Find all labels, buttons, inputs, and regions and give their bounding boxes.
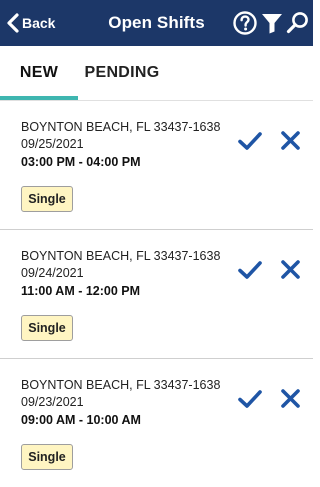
tab-new[interactable]: NEW: [0, 46, 78, 100]
tab-pending[interactable]: PENDING: [78, 46, 166, 100]
tab-bar: NEW PENDING: [0, 46, 313, 101]
check-icon[interactable]: [237, 257, 263, 283]
shift-type-badge: Single: [21, 186, 73, 212]
close-icon[interactable]: [278, 257, 304, 283]
app-header: Back Open Shifts: [0, 0, 313, 46]
shift-card: BOYNTON BEACH, FL 33437-1638 09/24/2021 …: [0, 230, 313, 359]
help-icon[interactable]: [232, 10, 258, 36]
shift-date: 09/24/2021: [21, 266, 84, 280]
shift-location: BOYNTON BEACH, FL 33437-1638: [21, 249, 221, 263]
shift-date: 09/23/2021: [21, 395, 84, 409]
check-icon[interactable]: [237, 386, 263, 412]
shift-time: 03:00 PM - 04:00 PM: [21, 155, 141, 169]
shift-type-badge: Single: [21, 444, 73, 470]
shift-location: BOYNTON BEACH, FL 33437-1638: [21, 378, 221, 392]
close-icon[interactable]: [278, 386, 304, 412]
shift-time: 09:00 AM - 10:00 AM: [21, 413, 141, 427]
shift-location: BOYNTON BEACH, FL 33437-1638: [21, 120, 221, 134]
close-icon[interactable]: [278, 128, 304, 154]
filter-icon[interactable]: [259, 10, 285, 36]
active-tab-indicator: [0, 96, 78, 100]
shift-card: BOYNTON BEACH, FL 33437-1638 09/23/2021 …: [0, 359, 313, 487]
shift-date: 09/25/2021: [21, 137, 84, 151]
search-icon[interactable]: [285, 10, 311, 36]
shift-type-badge: Single: [21, 315, 73, 341]
shift-card: BOYNTON BEACH, FL 33437-1638 09/25/2021 …: [0, 101, 313, 230]
shift-time: 11:00 AM - 12:00 PM: [21, 284, 141, 298]
check-icon[interactable]: [237, 128, 263, 154]
